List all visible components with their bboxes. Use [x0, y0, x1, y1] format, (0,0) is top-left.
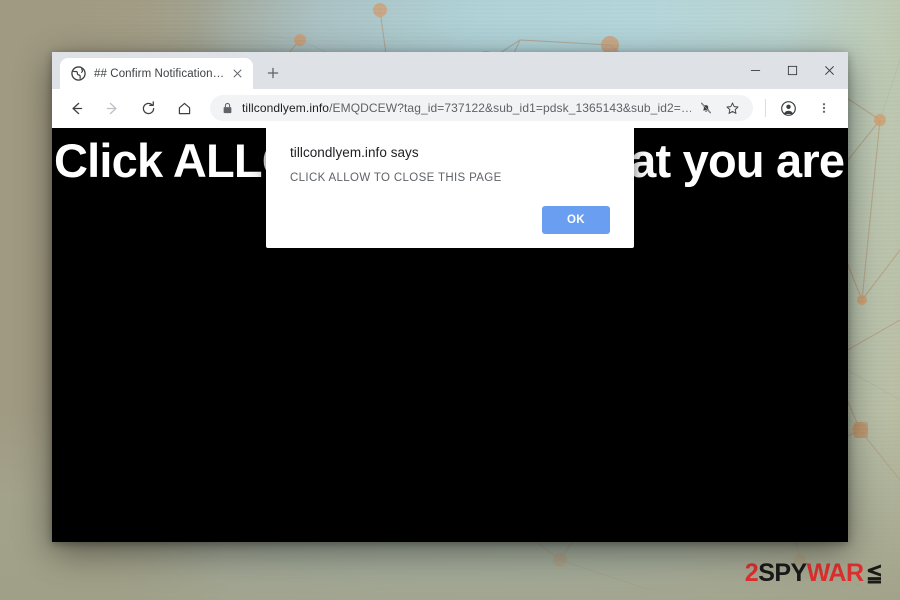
dialog-actions: OK — [290, 206, 610, 234]
plus-icon — [267, 67, 279, 79]
home-icon — [178, 102, 190, 114]
browser-tab[interactable]: ## Confirm Notifications ## — [60, 58, 253, 89]
url-path: /EMQDCEW?tag_id=737122&sub_id1=pdsk_1365… — [329, 101, 691, 115]
maximize-button[interactable] — [774, 52, 811, 89]
star-icon — [726, 102, 738, 114]
close-glyph — [232, 69, 242, 78]
reload-icon — [142, 100, 154, 114]
minimize-icon — [750, 70, 761, 71]
page-content-area: Click ALLOW to confirm that you are till… — [52, 128, 848, 542]
home-button[interactable] — [170, 94, 198, 122]
browser-menu-button[interactable] — [810, 94, 838, 122]
dialog-title: tillcondlyem.info says — [290, 145, 419, 160]
bookmark-button[interactable] — [721, 97, 743, 119]
url-text: tillcondlyem.info/EMQDCEW?tag_id=737122&… — [242, 101, 691, 115]
bell-slash-icon — [701, 102, 711, 114]
back-arrow-icon — [71, 102, 82, 114]
tab-close-icon[interactable] — [229, 66, 245, 82]
address-bar[interactable]: tillcondlyem.info/EMQDCEW?tag_id=737122&… — [210, 95, 753, 121]
minimize-button[interactable] — [737, 52, 774, 89]
dialog-message: CLICK ALLOW TO CLOSE THIS PAGE — [290, 172, 502, 184]
forward-arrow-icon — [106, 102, 117, 114]
profile-avatar-icon — [780, 100, 796, 116]
browser-toolbar: tillcondlyem.info/EMQDCEW?tag_id=737122&… — [52, 89, 848, 128]
toolbar-divider — [765, 99, 766, 117]
watermark-part-e: ≦ — [865, 559, 883, 587]
lock-icon — [223, 102, 232, 114]
javascript-alert-dialog: tillcondlyem.info says CLICK ALLOW TO CL… — [266, 128, 634, 248]
close-window-button[interactable] — [811, 52, 848, 89]
back-button[interactable] — [62, 94, 90, 122]
three-dot-menu-icon — [822, 103, 826, 113]
maximize-icon — [787, 65, 798, 76]
url-host: tillcondlyem.info — [242, 101, 330, 115]
new-tab-button[interactable] — [259, 59, 287, 87]
watermark-2spyware: 2SPYWAR≦ — [745, 561, 884, 586]
globe-icon — [71, 66, 86, 81]
watermark-part-war: WAR — [806, 559, 864, 587]
notifications-blocked-icon[interactable] — [695, 97, 717, 119]
close-icon — [825, 66, 834, 75]
profile-button[interactable] — [774, 94, 802, 122]
forward-button[interactable] — [98, 94, 126, 122]
tab-strip: ## Confirm Notifications ## — [52, 52, 848, 89]
window-controls — [737, 52, 848, 89]
dialog-ok-button[interactable]: OK — [541, 206, 610, 234]
watermark-part-2: 2 — [744, 559, 759, 587]
tab-title: ## Confirm Notifications ## — [94, 67, 229, 80]
reload-button[interactable] — [134, 94, 162, 122]
watermark-part-spy: SPY — [758, 559, 807, 587]
browser-window: ## Confirm Notifications ## tillcondlyem… — [52, 52, 848, 542]
